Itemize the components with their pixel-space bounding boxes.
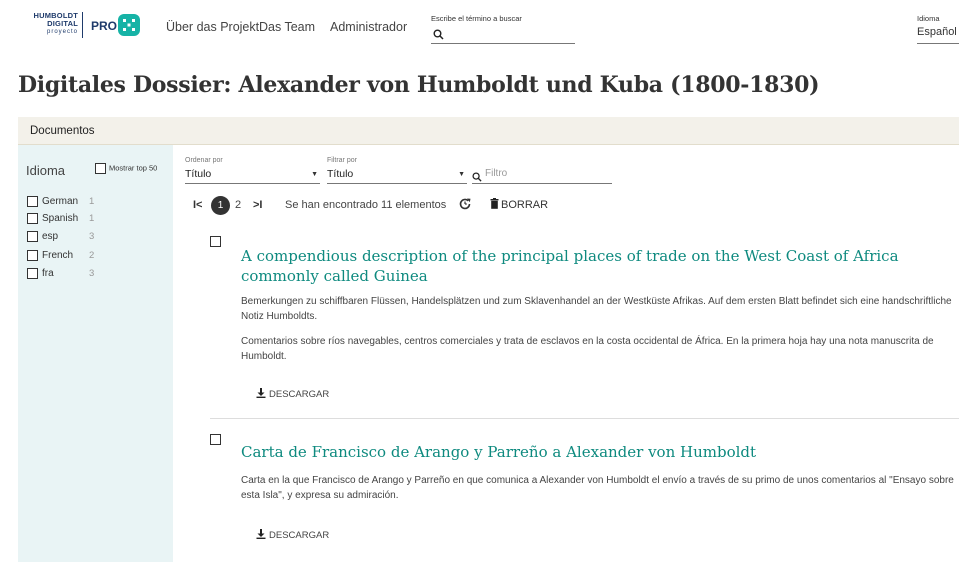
facet-item-label: French [42, 250, 74, 262]
download-icon [256, 388, 266, 398]
result-title[interactable]: A compendious description of the princip… [241, 246, 953, 286]
pagination-first-button[interactable]: I< [193, 199, 202, 211]
facet-checkbox[interactable] [27, 250, 38, 261]
pagination-current-page[interactable]: 1 [211, 196, 230, 215]
facet-item-label: Spanish [42, 213, 79, 225]
result-item: A compendious description of the princip… [210, 236, 959, 419]
sort-select[interactable]: Ordenar por Título ▼ [185, 157, 320, 184]
documents-section-header: Documentos [18, 117, 959, 145]
search-field[interactable]: Escribe el término a buscar [431, 14, 575, 44]
facet-item-label: esp [42, 231, 59, 243]
result-title[interactable]: Carta de Francisco de Arango y Parreño a… [241, 442, 953, 462]
show-top50-toggle[interactable]: Mostrar top 50 [95, 163, 157, 174]
download-label: DESCARGAR [269, 389, 330, 400]
pagination-page-2[interactable]: 2 [235, 199, 241, 211]
logo-divider [82, 12, 83, 38]
show-top50-checkbox[interactable] [95, 163, 106, 174]
language-label: Idioma [917, 14, 940, 23]
nav-link-admin[interactable]: Administrador [330, 20, 407, 34]
reset-icon[interactable] [458, 197, 472, 216]
clear-button[interactable]: BORRAR [490, 198, 548, 211]
facet-title-language: Idioma [26, 163, 66, 178]
facet-item-german[interactable]: German 1 [27, 196, 94, 208]
caret-down-icon: ▼ [311, 171, 318, 178]
nav-link-about[interactable]: Über das Projekt [166, 20, 259, 34]
filter-value: Título [327, 168, 354, 180]
download-icon [256, 529, 266, 539]
language-select[interactable]: Idioma Español [917, 14, 959, 44]
result-checkbox[interactable] [210, 236, 221, 247]
humboldt-digital-logo[interactable]: HUMBOLDT DIGITAL proyecto [22, 12, 78, 36]
search-icon [472, 169, 482, 187]
facet-item-esp[interactable]: esp 3 [27, 231, 94, 243]
filter-input-wrap [472, 167, 612, 184]
caret-down-icon: ▼ [458, 171, 465, 178]
filter-field-select[interactable]: Filtrar por Título ▼ [327, 157, 467, 184]
results-count-text: Se han encontrado 11 elementos [285, 199, 447, 211]
logo-line-2: DIGITAL [47, 19, 78, 28]
result-description-es: Comentarios sobre ríos navegables, centr… [241, 336, 934, 362]
sort-label: Ordenar por [185, 157, 223, 164]
facet-checkbox[interactable] [27, 196, 38, 207]
facet-item-spanish[interactable]: Spanish 1 [27, 213, 94, 225]
facet-item-count: 2 [89, 250, 95, 261]
facet-item-count: 1 [89, 213, 95, 224]
language-value: Español [917, 26, 957, 38]
pro-label: PRO [91, 19, 118, 33]
result-description-es: Carta en la que Francisco de Arango y Pa… [241, 475, 954, 501]
facet-item-count: 1 [89, 196, 95, 207]
search-label: Escribe el término a buscar [431, 14, 522, 23]
facet-checkbox[interactable] [27, 231, 38, 242]
facet-item-french[interactable]: French 2 [27, 250, 94, 262]
documents-section-title: Documentos [30, 125, 95, 137]
facet-item-label: fra [42, 268, 54, 280]
result-item: Carta de Francisco de Arango y Parreño a… [210, 434, 959, 562]
facet-item-count: 3 [89, 231, 95, 242]
show-top50-label: Mostrar top 50 [109, 163, 158, 173]
facet-item-label: German [42, 196, 79, 208]
result-checkbox[interactable] [210, 434, 221, 445]
pro-logo-icon [118, 14, 140, 36]
facet-item-fra[interactable]: fra 3 [27, 268, 94, 280]
facet-checkbox[interactable] [27, 213, 38, 224]
facet-checkbox[interactable] [27, 268, 38, 279]
page-title: Digitales Dossier: Alexander von Humbold… [18, 72, 820, 98]
clear-button-label: BORRAR [501, 199, 549, 211]
download-button[interactable]: DESCARGAR [256, 388, 329, 400]
download-label: DESCARGAR [269, 530, 330, 541]
top-bar: HUMBOLDT DIGITAL proyecto PRO Über das P… [0, 0, 959, 50]
search-icon[interactable] [433, 27, 444, 45]
download-button[interactable]: DESCARGAR [256, 529, 329, 541]
trash-icon [490, 198, 499, 209]
facet-sidebar: Idioma Mostrar top 50 German 1 Spanish 1… [18, 145, 173, 562]
pagination-last-button[interactable]: >I [253, 199, 262, 211]
logo-line-3: proyecto [46, 29, 78, 35]
result-description-de: Bemerkungen zu schiffbaren Flüssen, Hand… [241, 296, 952, 322]
filter-label: Filtrar por [327, 157, 357, 164]
facet-item-count: 3 [89, 268, 95, 279]
filter-input[interactable] [485, 168, 610, 179]
nav-link-team[interactable]: Das Team [259, 20, 315, 34]
sort-value: Título [185, 168, 212, 180]
